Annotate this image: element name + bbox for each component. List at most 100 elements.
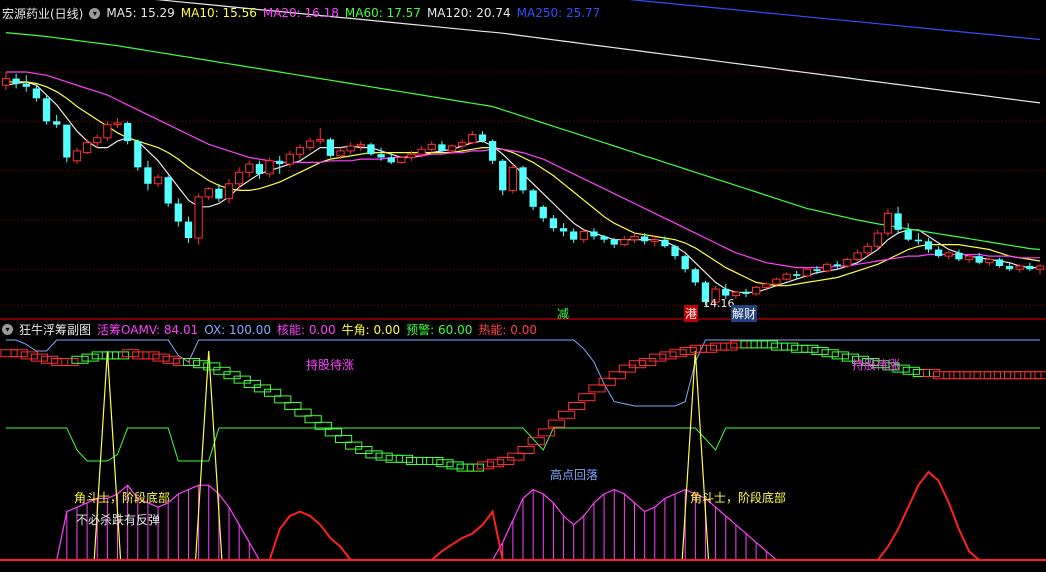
candle-body-down (276, 160, 284, 165)
candle-body-up (113, 122, 122, 126)
chip-box (304, 415, 322, 424)
candle-body-down (671, 246, 679, 257)
ma-legend-item-0: MA5: 15.29 (106, 6, 175, 20)
candle-body-up (752, 286, 761, 295)
candle-body-down (813, 269, 821, 271)
ma-legend-item-3: MA60: 17.57 (344, 6, 421, 20)
chip-box (507, 452, 525, 461)
candle-body-down (184, 221, 193, 239)
candle-body-up (103, 124, 112, 139)
chip-box (436, 459, 454, 468)
candle-body-up (762, 283, 771, 288)
candle-body-down (12, 78, 20, 84)
candle-body-down (1005, 265, 1014, 270)
candle-body-down (255, 164, 264, 174)
no-chase-label: 不必杀跌有反弹 (76, 513, 161, 527)
tag-port: 港 (684, 305, 699, 322)
candle-body-up (620, 239, 629, 246)
chip-box (172, 358, 190, 366)
candle-body-up (985, 258, 994, 264)
hold-label-1: 持股待涨 (306, 358, 355, 372)
chip-box (659, 351, 677, 360)
chip-box (639, 358, 657, 366)
collapse-icon[interactable]: ▾ (89, 7, 101, 19)
candle-body-down (326, 139, 335, 156)
candle-body-up (305, 140, 315, 149)
chip-box (791, 344, 809, 353)
chip-box (993, 371, 1012, 380)
chip-box (233, 375, 251, 384)
chip-box (770, 342, 789, 351)
candle-body-up (245, 163, 254, 173)
chip-box (30, 353, 49, 362)
moving-average-lines (5, 0, 1041, 293)
chip-box (0, 349, 18, 358)
chip-box (588, 384, 606, 393)
chip-box (568, 402, 586, 410)
chip-box (456, 463, 474, 472)
ma-legend: MA5: 15.29 MA10: 15.56 MA20: 16.18 MA60: 17… (106, 6, 606, 20)
chip-box (40, 355, 59, 364)
chip-box (355, 446, 373, 454)
candle-body-down (640, 236, 649, 242)
candle-body-up (944, 252, 953, 257)
candle-body-down (742, 292, 750, 294)
chip-box (821, 349, 839, 358)
candle-body-down (63, 124, 71, 158)
candle-body-down (610, 239, 618, 245)
tag-reduce: 减 (557, 307, 570, 321)
chip-box (446, 461, 464, 470)
chip-box (416, 457, 434, 465)
candle-body-up (772, 278, 781, 285)
chip-box (730, 340, 748, 349)
chip-box (720, 342, 738, 351)
chip-box (223, 371, 241, 380)
chip-box (81, 353, 99, 362)
indicator-legend-item-4: 预警: 60.00 (406, 322, 473, 337)
collapse-icon[interactable]: ▾ (2, 323, 13, 335)
candle-body-down (590, 231, 598, 237)
fighter-label-1: 角斗士，阶段底部 (74, 491, 171, 505)
chip-box (101, 351, 120, 360)
candle-body-up (468, 133, 477, 144)
chip-box (811, 347, 829, 355)
chip-box (517, 446, 535, 454)
chip-box (669, 349, 687, 358)
chip-box (710, 342, 728, 351)
candle-body-down (32, 88, 41, 99)
candle-body-up (82, 142, 92, 154)
chip-box (111, 351, 130, 360)
candle-body-down (934, 249, 943, 257)
chip-box (801, 344, 819, 353)
candle-body-up (153, 176, 163, 185)
candle-body-down (833, 264, 841, 266)
indicator-legend-item-5: 热能: 0.00 (478, 322, 537, 337)
chip-box (953, 371, 971, 380)
indicator-legend-item-3: 牛角: 0.00 (341, 322, 401, 337)
chip-box (628, 360, 647, 369)
chip-box (476, 461, 495, 470)
candle-body-down (215, 188, 223, 199)
chip-box (750, 340, 768, 349)
chip-box (243, 380, 261, 388)
candle-body-up (1015, 265, 1024, 270)
chip-box (922, 369, 941, 377)
candle-body-down (144, 167, 152, 184)
main-header: 宏源药业(日线) ▾ MA5: 15.29 MA10: 15.56 MA20: 16… (0, 4, 1046, 22)
candle-body-up (630, 235, 639, 241)
candle-body-down (164, 177, 172, 204)
chip-box (10, 349, 28, 358)
chip-box (426, 457, 444, 465)
chip-box (1024, 371, 1042, 380)
ox-line (6, 339, 1040, 407)
candle-body-up (407, 153, 416, 158)
chip-box (760, 340, 778, 349)
candle-body-up (782, 273, 791, 280)
candle-body-up (316, 138, 325, 142)
candle-body-down (549, 218, 558, 229)
candle-body-down (499, 160, 507, 191)
candle-body-up (204, 188, 213, 198)
chip-box (152, 353, 170, 362)
candle-body-up (417, 148, 426, 155)
chip-box (943, 371, 961, 380)
